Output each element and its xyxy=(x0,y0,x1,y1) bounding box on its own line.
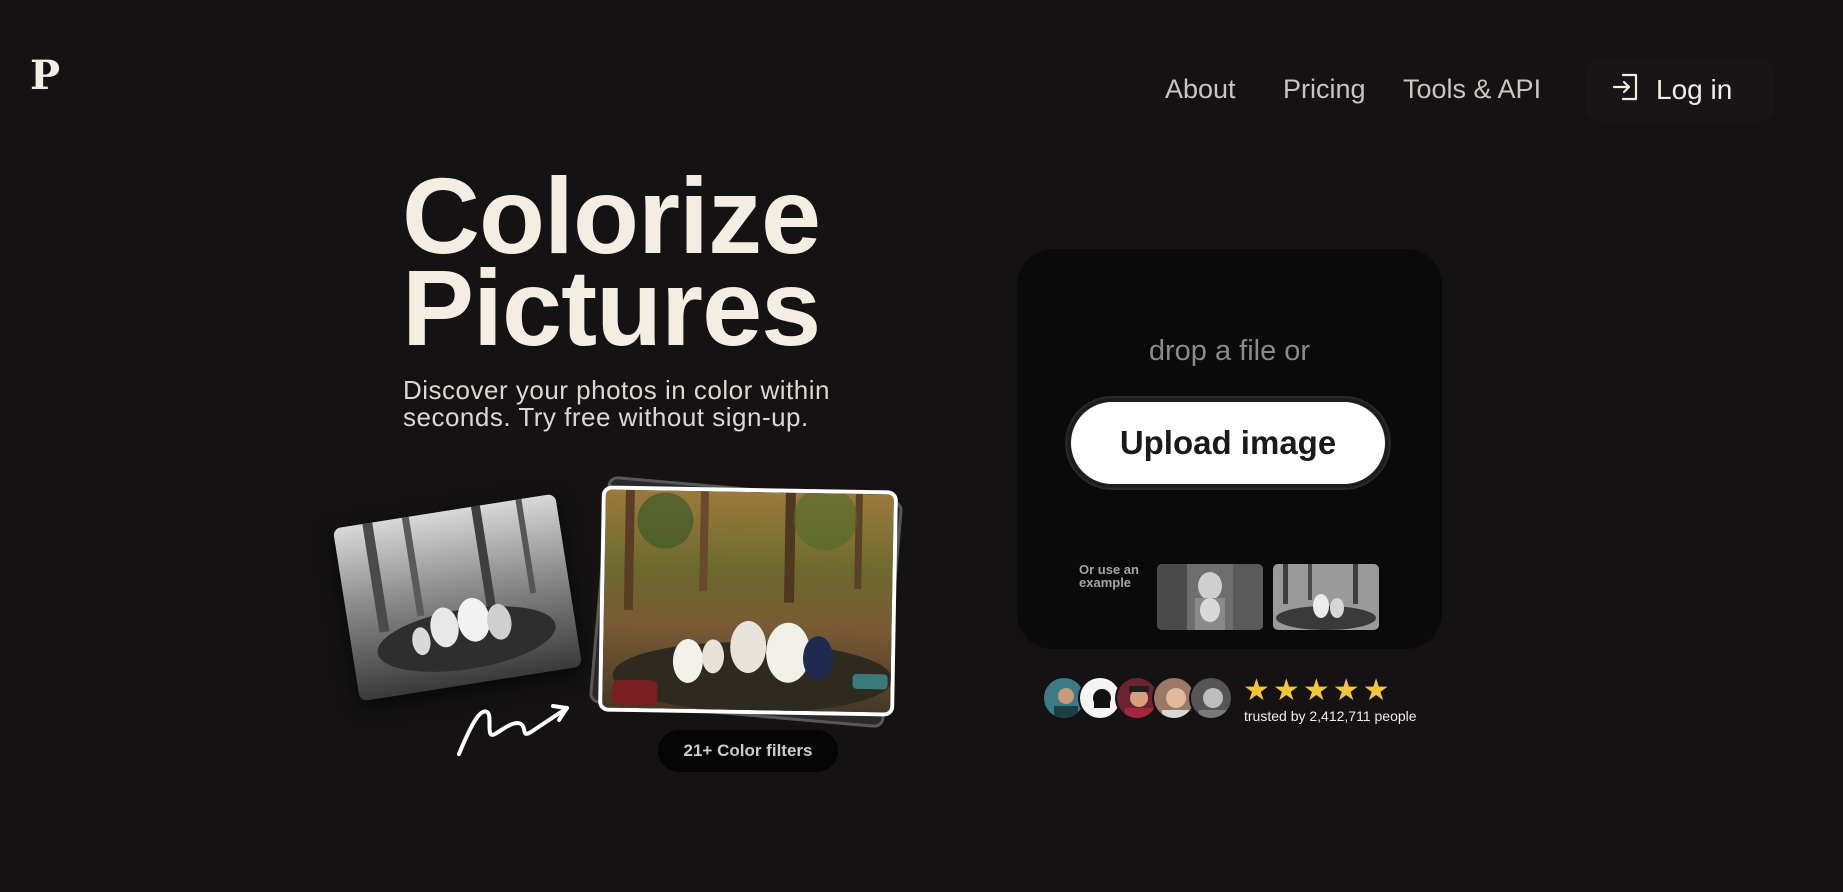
upload-card[interactable]: drop a file or Upload image Or use an ex… xyxy=(1017,249,1442,649)
example-label: Or use an example xyxy=(1079,562,1139,590)
star-icon: ★ xyxy=(1272,674,1300,707)
hero-title: Colorize Pictures xyxy=(402,162,821,368)
color-filters-badge: 21+ Color filters xyxy=(658,730,838,772)
rating-stars: ★ ★ ★ ★ ★ xyxy=(1243,676,1390,706)
login-button[interactable]: Log in xyxy=(1586,58,1774,122)
login-icon xyxy=(1610,71,1642,110)
example-thumbnail-1[interactable] xyxy=(1157,564,1263,630)
nav-pricing-link[interactable]: Pricing xyxy=(1283,74,1366,105)
star-icon: ★ xyxy=(1362,674,1390,707)
upload-image-button[interactable]: Upload image xyxy=(1067,398,1389,488)
hero-subtitle: Discover your photos in color within sec… xyxy=(403,375,830,432)
colorized-photo-example xyxy=(598,485,898,717)
drop-file-text: drop a file or xyxy=(1148,335,1311,367)
user-avatars xyxy=(1042,676,1242,722)
nav-about-link[interactable]: About xyxy=(1165,74,1236,105)
arrow-icon xyxy=(455,700,575,760)
trusted-by-text: trusted by 2,412,711 people xyxy=(1244,708,1417,724)
bw-photo-example xyxy=(332,493,583,702)
star-icon: ★ xyxy=(1332,674,1360,707)
login-label: Log in xyxy=(1656,74,1733,105)
example-thumbnail-2[interactable] xyxy=(1273,564,1379,630)
brand-logo[interactable]: P xyxy=(30,52,60,99)
star-icon: ★ xyxy=(1302,674,1330,707)
nav-tools-api-link[interactable]: Tools & API xyxy=(1403,74,1541,105)
avatar xyxy=(1189,676,1233,720)
star-icon: ★ xyxy=(1243,674,1270,707)
hero-title-line-2: Pictures xyxy=(402,247,821,368)
